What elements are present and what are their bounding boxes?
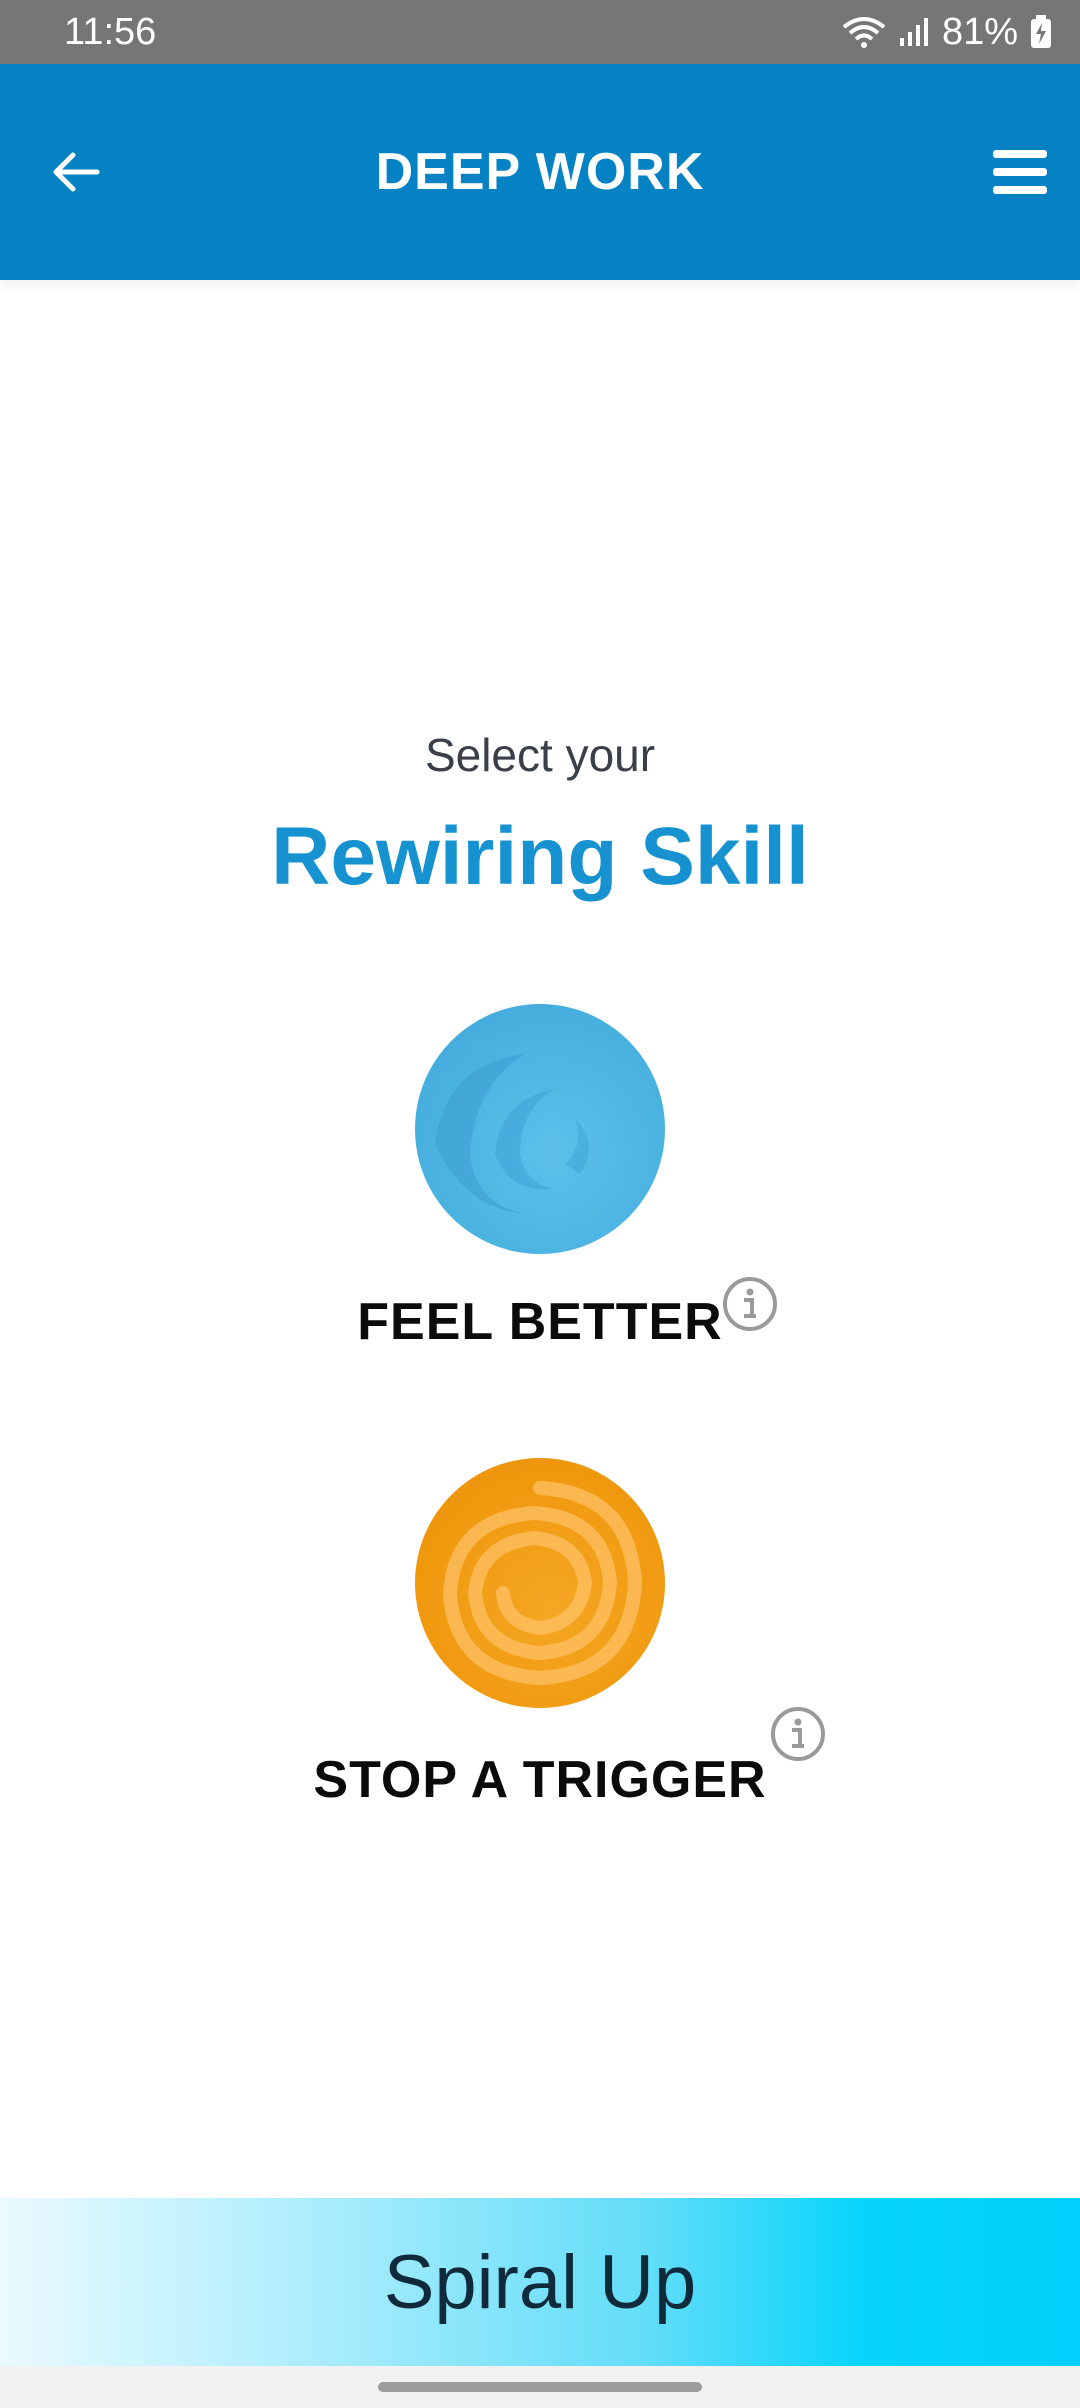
battery-charging-icon: [1030, 15, 1052, 49]
feel-better-info-icon[interactable]: [722, 1276, 778, 1332]
page-title: DEEP WORK: [375, 143, 705, 201]
stop-a-trigger-label[interactable]: STOP A TRIGGER: [0, 1750, 1080, 1810]
stop-a-trigger-info-icon[interactable]: [770, 1706, 826, 1762]
menu-button[interactable]: [988, 142, 1052, 206]
select-prompt: Select your: [424, 729, 656, 781]
back-arrow-icon: [51, 150, 101, 199]
status-bar: 11:56 81%: [0, 0, 1080, 64]
skill-heading: Rewiring Skill: [271, 811, 809, 902]
status-time: 11:56: [64, 10, 157, 53]
wifi-icon: [842, 15, 886, 49]
battery-percent: 81%: [941, 10, 1018, 53]
status-icons: 81%: [842, 11, 1052, 54]
spiral-up-bar[interactable]: Spiral Up: [0, 2198, 1080, 2366]
app-bar: DEEP WORK: [0, 64, 1080, 280]
feel-better-label[interactable]: FEEL BETTER: [0, 1292, 1080, 1352]
signal-icon: [898, 16, 930, 48]
feel-better-button[interactable]: [415, 1004, 665, 1254]
back-button[interactable]: [44, 142, 108, 206]
skill-selection: Select your Rewiring Skill FEEL BETTER S…: [0, 280, 1080, 2198]
spiral-up-label: Spiral Up: [383, 2239, 697, 2325]
home-gesture-handle[interactable]: [378, 2382, 702, 2392]
stop-a-trigger-button[interactable]: [415, 1458, 665, 1708]
hamburger-menu-icon: [991, 148, 1049, 201]
system-nav-bar: [0, 2366, 1080, 2408]
